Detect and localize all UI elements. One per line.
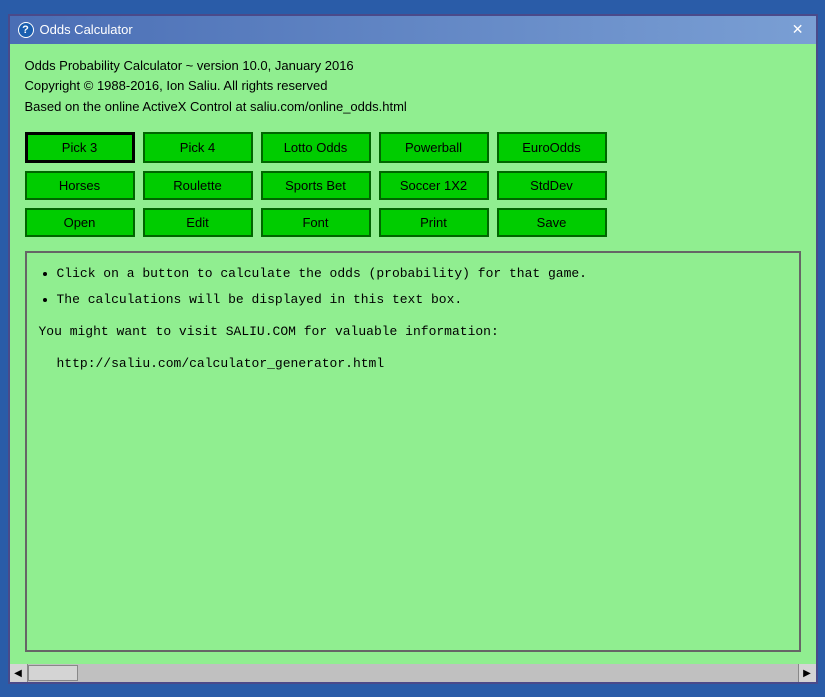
text-link: http://saliu.com/calculator_generator.ht…	[57, 356, 385, 371]
scroll-thumb[interactable]	[28, 665, 78, 681]
scroll-left-button[interactable]: ◀	[10, 664, 28, 682]
text-bullet1: Click on a button to calculate the odds …	[57, 263, 787, 285]
save-button[interactable]: Save	[497, 208, 607, 237]
euro-odds-button[interactable]: EuroOdds	[497, 132, 607, 163]
header-line1: Odds Probability Calculator ~ version 10…	[25, 56, 801, 77]
lotto-odds-button[interactable]: Lotto Odds	[261, 132, 371, 163]
scroll-track[interactable]	[28, 664, 798, 682]
output-content: Click on a button to calculate the odds …	[39, 263, 787, 375]
roulette-button[interactable]: Roulette	[143, 171, 253, 200]
content-area: Odds Probability Calculator ~ version 10…	[10, 44, 816, 664]
sports-bet-button[interactable]: Sports Bet	[261, 171, 371, 200]
powerball-button[interactable]: Powerball	[379, 132, 489, 163]
output-text-area[interactable]: Click on a button to calculate the odds …	[25, 251, 801, 652]
main-window: ? Odds Calculator ✕ Odds Probability Cal…	[8, 14, 818, 684]
header-info: Odds Probability Calculator ~ version 10…	[25, 56, 801, 118]
app-icon: ?	[18, 22, 34, 38]
stddev-button[interactable]: StdDev	[497, 171, 607, 200]
header-line2: Copyright © 1988-2016, Ion Saliu. All ri…	[25, 76, 801, 97]
text-bullet2: The calculations will be displayed in th…	[57, 289, 787, 311]
scroll-right-button[interactable]: ▶	[798, 664, 816, 682]
window-title: Odds Calculator	[40, 22, 133, 37]
title-bar-left: ? Odds Calculator	[18, 22, 133, 38]
pick3-button[interactable]: Pick 3	[25, 132, 135, 163]
soccer-button[interactable]: Soccer 1X2	[379, 171, 489, 200]
font-button[interactable]: Font	[261, 208, 371, 237]
pick4-button[interactable]: Pick 4	[143, 132, 253, 163]
title-bar: ? Odds Calculator ✕	[10, 16, 816, 44]
header-line3: Based on the online ActiveX Control at s…	[25, 97, 801, 118]
open-button[interactable]: Open	[25, 208, 135, 237]
print-button[interactable]: Print	[379, 208, 489, 237]
button-row-2: Horses Roulette Sports Bet Soccer 1X2 St…	[25, 171, 801, 200]
text-bullet3: You might want to visit SALIU.COM for va…	[39, 324, 499, 339]
horses-button[interactable]: Horses	[25, 171, 135, 200]
button-row-1: Pick 3 Pick 4 Lotto Odds Powerball EuroO…	[25, 132, 801, 163]
horizontal-scrollbar[interactable]: ◀ ▶	[10, 664, 816, 682]
close-button[interactable]: ✕	[788, 19, 808, 40]
edit-button[interactable]: Edit	[143, 208, 253, 237]
button-row-3: Open Edit Font Print Save	[25, 208, 801, 237]
